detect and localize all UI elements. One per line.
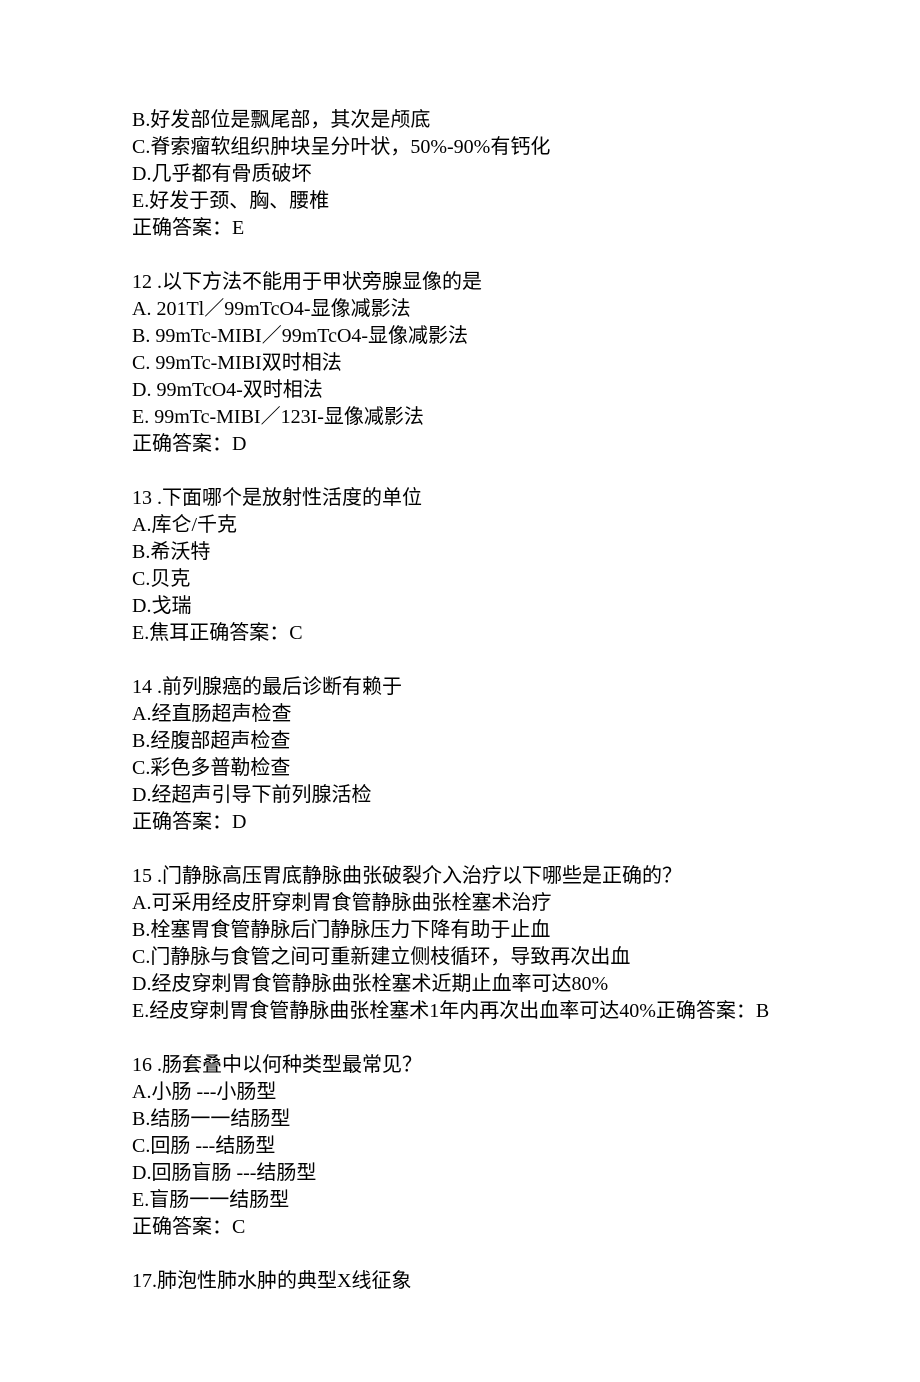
question-block: 14 .前列腺癌的最后诊断有赖于A.经直肠超声检查B.经腹部超声检查C.彩色多普… — [132, 674, 920, 836]
text-line: 16 .肠套叠中以何种类型最常见？ — [132, 1052, 920, 1079]
text-line: 17.肺泡性肺水肿的典型X线征象 — [132, 1268, 920, 1295]
text-line: A.小肠 ---小肠型 — [132, 1079, 920, 1106]
text-line: B.好发部位是飘尾部，其次是颅底 — [132, 107, 920, 134]
text-line: E.焦耳正确答案：C — [132, 620, 920, 647]
text-line: B.结肠一一结肠型 — [132, 1106, 920, 1133]
text-line: 15 .门静脉高压胃底静脉曲张破裂介入治疗以下哪些是正确的？ — [132, 863, 920, 890]
text-line: A.可采用经皮肝穿刺胃食管静脉曲张栓塞术治疗 — [132, 890, 920, 917]
text-line: 12 .以下方法不能用于甲状旁腺显像的是 — [132, 269, 920, 296]
question-block: 15 .门静脉高压胃底静脉曲张破裂介入治疗以下哪些是正确的？A.可采用经皮肝穿刺… — [132, 863, 920, 1025]
text-line: D. 99mTcO4-双时相法 — [132, 377, 920, 404]
text-line: A.经直肠超声检查 — [132, 701, 920, 728]
text-line: 14 .前列腺癌的最后诊断有赖于 — [132, 674, 920, 701]
text-line: E.好发于颈、胸、腰椎 — [132, 188, 920, 215]
text-line: C. 99mTc-MIBI双时相法 — [132, 350, 920, 377]
text-line: A. 201Tl／99mTcO4-显像减影法 — [132, 296, 920, 323]
text-line: D.几乎都有骨质破坏 — [132, 161, 920, 188]
text-line: 13 .下面哪个是放射性活度的单位 — [132, 485, 920, 512]
text-line: 正确答案：C — [132, 1214, 920, 1241]
text-line: E.经皮穿刺胃食管静脉曲张栓塞术1年内再次出血率可达40%正确答案：B — [132, 998, 920, 1025]
text-line: D.回肠盲肠 ---结肠型 — [132, 1160, 920, 1187]
question-block: B.好发部位是飘尾部，其次是颅底C.脊索瘤软组织肿块呈分叶状，50%-90%有钙… — [132, 107, 920, 242]
text-line: C.彩色多普勒检查 — [132, 755, 920, 782]
text-line: D.戈瑞 — [132, 593, 920, 620]
text-line: C.贝克 — [132, 566, 920, 593]
text-line: B. 99mTc-MIBI／99mTcO4-显像减影法 — [132, 323, 920, 350]
text-line: 正确答案：E — [132, 215, 920, 242]
text-line: B.经腹部超声检查 — [132, 728, 920, 755]
text-line: A.库仑/千克 — [132, 512, 920, 539]
question-block: 17.肺泡性肺水肿的典型X线征象 — [132, 1268, 920, 1295]
text-line: C.回肠 ---结肠型 — [132, 1133, 920, 1160]
text-line: D.经超声引导下前列腺活检 — [132, 782, 920, 809]
text-line: E. 99mTc-MIBI／123I-显像减影法 — [132, 404, 920, 431]
text-line: 正确答案：D — [132, 431, 920, 458]
text-line: D.经皮穿刺胃食管静脉曲张栓塞术近期止血率可达80% — [132, 971, 920, 998]
text-line: E.盲肠一一结肠型 — [132, 1187, 920, 1214]
text-line: C.脊索瘤软组织肿块呈分叶状，50%-90%有钙化 — [132, 134, 920, 161]
text-line: 正确答案：D — [132, 809, 920, 836]
text-line: C.门静脉与食管之间可重新建立侧枝循环，导致再次出血 — [132, 944, 920, 971]
question-block: 12 .以下方法不能用于甲状旁腺显像的是A. 201Tl／99mTcO4-显像减… — [132, 269, 920, 458]
document-body: B.好发部位是飘尾部，其次是颅底C.脊索瘤软组织肿块呈分叶状，50%-90%有钙… — [132, 107, 920, 1295]
text-line: B.希沃特 — [132, 539, 920, 566]
question-block: 16 .肠套叠中以何种类型最常见？A.小肠 ---小肠型B.结肠一一结肠型C.回… — [132, 1052, 920, 1241]
question-block: 13 .下面哪个是放射性活度的单位A.库仑/千克B.希沃特C.贝克D.戈瑞E.焦… — [132, 485, 920, 647]
text-line: B.栓塞胃食管静脉后门静脉压力下降有助于止血 — [132, 917, 920, 944]
